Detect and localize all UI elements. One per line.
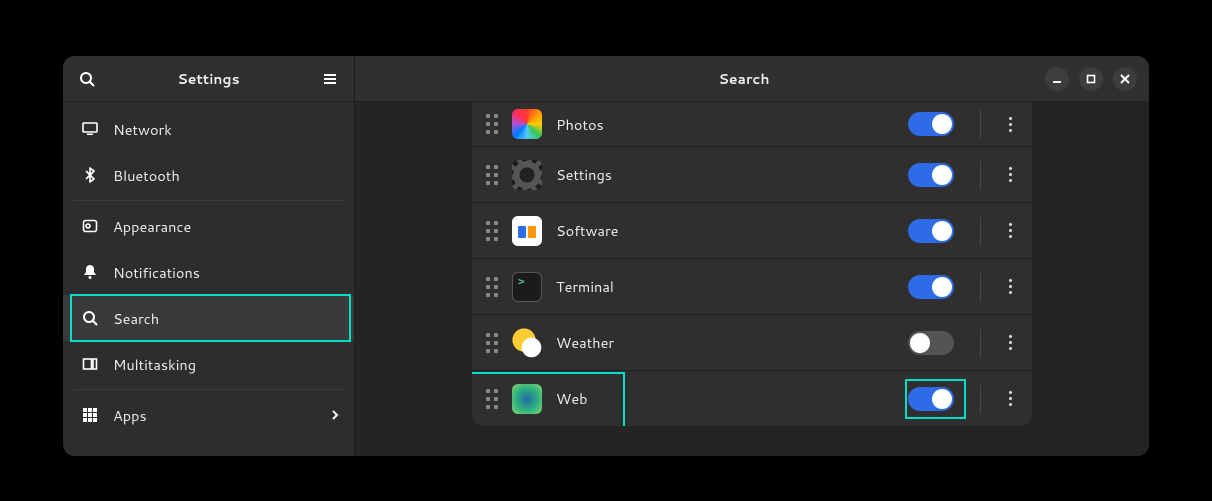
provider-row-terminal: Terminal — [472, 258, 1032, 314]
sidebar-menu-button[interactable] — [316, 65, 344, 93]
sidebar-item-label: Apps — [113, 405, 147, 426]
provider-label: Weather — [556, 332, 614, 353]
provider-label: Web — [556, 388, 588, 409]
window-controls — [1045, 67, 1141, 91]
sidebar-item-label: Search — [113, 308, 159, 329]
settings-icon — [512, 160, 542, 190]
sidebar-title: Settings — [101, 69, 316, 89]
provider-row-software: Software — [472, 202, 1032, 258]
sidebar-item-network[interactable]: Network — [63, 106, 354, 152]
provider-options-weather[interactable] — [1003, 329, 1018, 356]
provider-toggle-software[interactable] — [908, 219, 954, 243]
provider-toggle-web[interactable] — [908, 387, 954, 411]
sidebar: Settings Network Bluetooth Appearance Notif… — [63, 56, 355, 456]
sidebar-item-search[interactable]: Search — [63, 295, 354, 341]
provider-toggle-photos[interactable] — [908, 112, 954, 136]
maximize-button[interactable] — [1079, 67, 1103, 91]
sidebar-list: Network Bluetooth Appearance Notifications S… — [63, 102, 354, 456]
provider-options-software[interactable] — [1003, 217, 1018, 244]
drag-handle[interactable] — [486, 333, 498, 353]
web-icon — [512, 384, 542, 414]
provider-toggle-settings[interactable] — [908, 163, 954, 187]
minimize-button[interactable] — [1045, 67, 1069, 91]
sidebar-header: Settings — [63, 56, 354, 102]
provider-toggle-terminal[interactable] — [908, 275, 954, 299]
provider-options-web[interactable] — [1003, 385, 1018, 412]
search-providers-list: Photos Settings Software Terminal Weather Web — [472, 102, 1032, 426]
apps-icon — [81, 408, 99, 422]
provider-row-settings: Settings — [472, 146, 1032, 202]
appearance-icon — [81, 218, 99, 234]
sidebar-item-appearance[interactable]: Appearance — [63, 203, 354, 249]
drag-handle[interactable] — [486, 389, 498, 409]
sidebar-item-label: Network — [113, 119, 172, 140]
hamburger-icon — [322, 71, 338, 87]
main-header: Search — [355, 56, 1149, 102]
row-separator — [980, 161, 981, 189]
provider-row-weather: Weather — [472, 314, 1032, 370]
bell-icon — [81, 264, 99, 280]
sidebar-item-label: Notifications — [113, 262, 200, 283]
row-separator — [980, 385, 981, 413]
search-icon — [81, 310, 99, 326]
sidebar-item-bluetooth[interactable]: Bluetooth — [63, 152, 354, 198]
sidebar-item-label: Appearance — [113, 216, 191, 237]
provider-options-settings[interactable] — [1003, 161, 1018, 188]
page-title: Search — [443, 69, 1045, 89]
sidebar-search-button[interactable] — [73, 65, 101, 93]
drag-handle[interactable] — [486, 277, 498, 297]
sidebar-item-apps[interactable]: Apps — [63, 392, 354, 438]
drag-handle[interactable] — [486, 114, 498, 134]
bluetooth-icon — [81, 167, 99, 183]
provider-label: Terminal — [556, 276, 614, 297]
weather-icon — [512, 328, 542, 358]
provider-label: Settings — [556, 164, 612, 185]
provider-options-terminal[interactable] — [1003, 273, 1018, 300]
photos-icon — [512, 109, 542, 139]
monitor-icon — [81, 121, 99, 137]
row-separator — [980, 217, 981, 245]
sidebar-item-label: Bluetooth — [113, 165, 180, 186]
multitasking-icon — [81, 356, 99, 372]
row-separator — [980, 329, 981, 357]
provider-row-photos: Photos — [472, 102, 1032, 146]
close-icon — [1120, 74, 1130, 84]
sidebar-separator — [73, 200, 344, 201]
row-separator — [980, 110, 981, 138]
provider-options-photos[interactable] — [1003, 111, 1018, 138]
maximize-icon — [1086, 74, 1096, 84]
terminal-icon — [512, 272, 542, 302]
row-separator — [980, 273, 981, 301]
drag-handle[interactable] — [486, 165, 498, 185]
sidebar-separator — [73, 389, 344, 390]
search-icon — [79, 71, 95, 87]
drag-handle[interactable] — [486, 221, 498, 241]
software-icon — [512, 216, 542, 246]
provider-row-web: Web — [472, 370, 1032, 426]
sidebar-item-notifications[interactable]: Notifications — [63, 249, 354, 295]
main-panel: Search Photos Settings Software Terminal Wea… — [355, 56, 1149, 456]
provider-label: Software — [556, 220, 618, 241]
provider-toggle-weather[interactable] — [908, 331, 954, 355]
sidebar-item-multitasking[interactable]: Multitasking — [63, 341, 354, 387]
chevron-right-icon — [330, 408, 340, 422]
sidebar-item-label: Multitasking — [113, 354, 196, 375]
close-button[interactable] — [1113, 67, 1137, 91]
content-area: Photos Settings Software Terminal Weather Web — [355, 102, 1149, 456]
provider-label: Photos — [556, 114, 604, 135]
settings-window: Settings Network Bluetooth Appearance Notif… — [63, 56, 1149, 456]
minimize-icon — [1052, 74, 1062, 84]
